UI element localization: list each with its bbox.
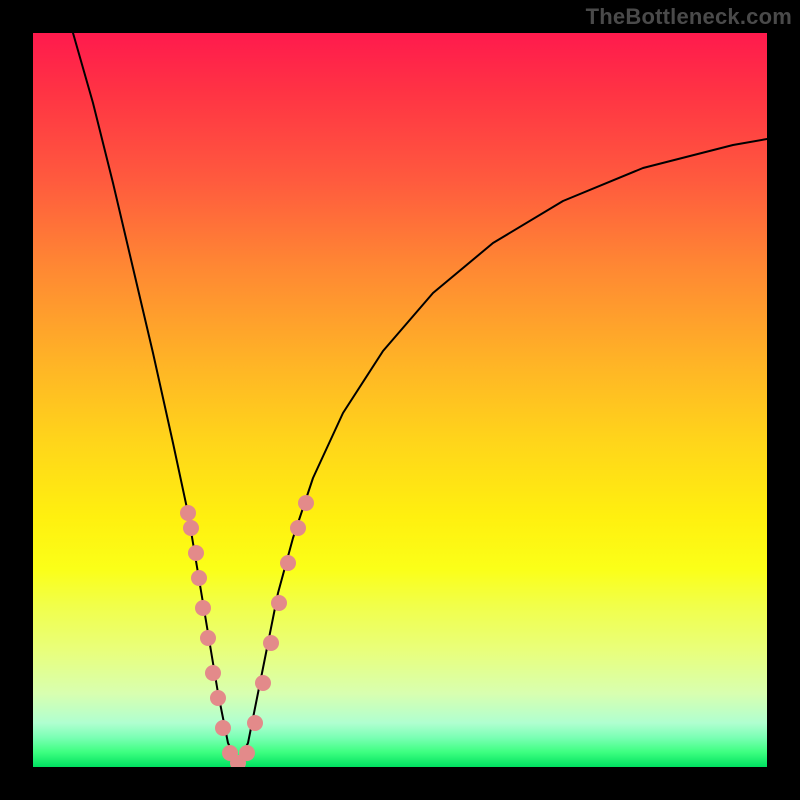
sample-dot	[271, 595, 287, 611]
sample-dot	[280, 555, 296, 571]
chart-overlay	[33, 33, 767, 767]
sample-dot	[263, 635, 279, 651]
sample-dot	[298, 495, 314, 511]
plot-area	[33, 33, 767, 767]
chart-frame: TheBottleneck.com	[0, 0, 800, 800]
sample-dot	[195, 600, 211, 616]
sample-dot	[191, 570, 207, 586]
sample-dot	[188, 545, 204, 561]
bottleneck-curve	[73, 33, 767, 763]
sample-dot	[183, 520, 199, 536]
sample-dot	[205, 665, 221, 681]
sample-dot	[215, 720, 231, 736]
sample-dot	[210, 690, 226, 706]
sample-dot	[290, 520, 306, 536]
sample-dot	[247, 715, 263, 731]
sample-dot	[180, 505, 196, 521]
sample-dot	[200, 630, 216, 646]
sample-dot	[239, 745, 255, 761]
watermark-text: TheBottleneck.com	[586, 4, 792, 30]
sample-dot	[255, 675, 271, 691]
